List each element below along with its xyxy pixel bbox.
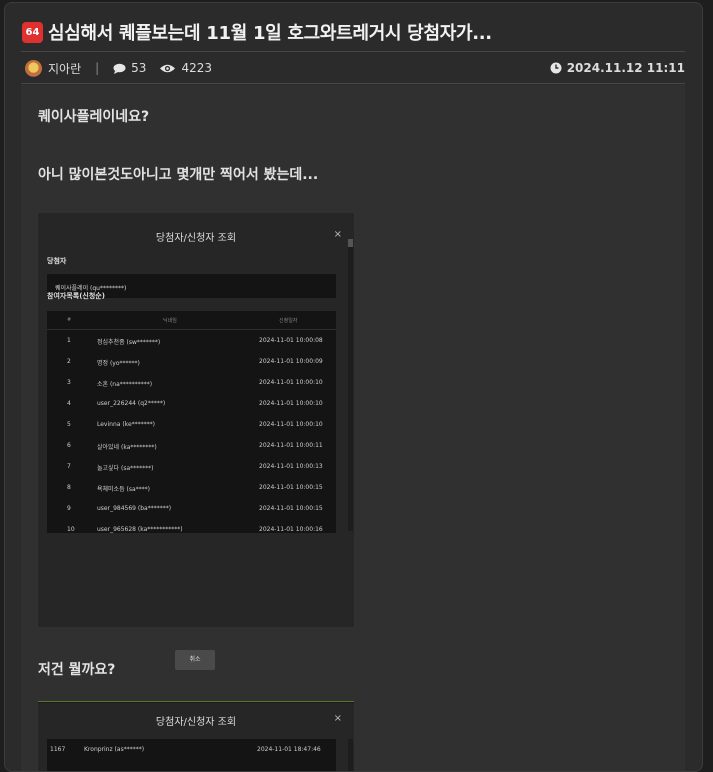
row-date: 2024-11-01 10:00:10 — [259, 400, 323, 407]
post-meta: 지아란 | 53 4223 2024.11.12 11:11 — [25, 57, 685, 79]
row-date: 2024-11-01 10:00:10 — [259, 379, 323, 386]
row-nickname: Levinna (ke*******) — [97, 421, 155, 428]
row-number: 4 — [67, 400, 71, 407]
post-card: 64 심심해서 퀘플보는데 11월 1일 호그와트레거시 당첨자가... 지아란… — [4, 2, 703, 772]
row-number: 1167 — [50, 746, 66, 753]
table-row: 7 놀고싶다 (sa*******) 2024-11-01 10:00:13 — [47, 457, 336, 478]
post-date-text: 2024.11.12 11:11 — [566, 61, 685, 75]
participants-label: 참여자목록(신청순) — [47, 292, 105, 300]
row-nickname: 소혼 (na**********) — [97, 381, 153, 388]
row-nickname: Kronprinz (as******) — [84, 746, 145, 753]
table-row — [47, 761, 336, 771]
row-number: 6 — [67, 442, 71, 449]
recommend-count-badge: 64 — [22, 21, 43, 43]
row-date: 2024-11-01 10:00:15 — [259, 505, 323, 512]
close-icon: × — [333, 713, 342, 724]
row-date: 2024-11-01 10:00:15 — [259, 484, 323, 491]
table-row: 6 살아있네 (ka********) 2024-11-01 10:00:11 — [47, 436, 336, 457]
table-row: 4 user_226244 (q2*****) 2024-11-01 10:00:1… — [47, 394, 336, 415]
row-nickname: user_965628 (ka***********) — [97, 526, 183, 533]
row-nickname: 살아있네 (ka********) — [97, 444, 157, 451]
comment-count: 53 — [131, 61, 147, 75]
row-nickname: 욕체미소듬 (sa****) — [97, 486, 150, 493]
table-row: 3 소혼 (na**********) 2024-11-01 10:00:10 — [47, 373, 336, 394]
cancel-button: 취소 — [175, 650, 215, 670]
row-date: 2024-11-01 10:00:09 — [259, 358, 323, 365]
eye-icon — [159, 63, 176, 74]
row-number: 5 — [67, 421, 71, 428]
divider — [21, 83, 685, 84]
view-count: 4223 — [181, 61, 212, 75]
attached-image-winner-list[interactable]: 당첨자/신청자 조회 × 당첨자 퀘이사플레이 (qu********) 참여자… — [38, 213, 354, 707]
table-row: 1 정심추천좀 (sw*******) 2024-11-01 10:00:08 — [47, 331, 336, 352]
row-number: 1 — [67, 337, 71, 344]
table-row: 9 user_984569 (ba*******) 2024-11-01 10:00… — [47, 499, 336, 520]
participants-table: # 닉네임 신청일자 1 정심추천좀 (sw*******) 2024-11-01 … — [47, 311, 336, 533]
row-nickname: user_226244 (q2*****) — [97, 400, 166, 407]
scrollbar-thumb — [348, 239, 353, 247]
column-header-date: 신청일자 — [279, 318, 298, 324]
scrollbar — [348, 739, 353, 771]
scrollbar — [348, 239, 353, 531]
row-date: 2024-11-01 18:47:46 — [257, 746, 321, 753]
row-number: 9 — [67, 505, 71, 512]
row-nickname: 명정 (yo******) — [97, 360, 140, 367]
content-paragraph: 저건 뭘까요? — [38, 662, 116, 678]
meta-separator: | — [95, 61, 100, 75]
row-date: 2024-11-01 10:00:10 — [259, 421, 323, 428]
winner-label: 당첨자 — [47, 257, 67, 265]
post-title: 심심해서 퀘플보는데 11월 1일 호그와트레거시 당첨자가... — [48, 23, 492, 44]
row-number: 3 — [67, 379, 71, 386]
post-date: 2024.11.12 11:11 — [550, 61, 685, 75]
author-avatar[interactable] — [25, 59, 42, 77]
row-date: 2024-11-01 10:00:11 — [259, 442, 323, 449]
row-number: 2 — [67, 358, 71, 365]
row-nickname: 정심추천좀 (sw*******) — [97, 339, 161, 346]
row-number: 10 — [67, 526, 75, 533]
close-icon: × — [333, 229, 342, 240]
post-body: 퀘이사플레이네요? 아니 많이본것도아니고 몇개만 찍어서 봤는데... 당첨자… — [21, 85, 685, 771]
row-number: 8 — [67, 484, 71, 491]
column-header-nickname: 닉네임 — [163, 318, 177, 324]
row-nickname: user_984569 (ba*******) — [97, 505, 172, 512]
modal-title: 당첨자/신청자 조회 — [155, 717, 237, 728]
table-row: 5 Levinna (ke*******) 2024-11-01 10:00:10 — [47, 415, 336, 436]
author-name[interactable]: 지아란 — [48, 60, 81, 77]
modal-title: 당첨자/신청자 조회 — [155, 233, 237, 244]
content-paragraph: 퀘이사플레이네요? — [38, 109, 150, 125]
table-row: 2 명정 (yo******) 2024-11-01 10:00:09 — [47, 352, 336, 373]
post-header: 64 심심해서 퀘플보는데 11월 1일 호그와트레거시 당첨자가... — [22, 19, 692, 45]
table-row: 1167 Kronprinz (as******) 2024-11-01 18:… — [47, 739, 336, 761]
row-nickname: 놀고싶다 (sa*******) — [97, 465, 154, 472]
row-date: 2024-11-01 10:00:08 — [259, 337, 323, 344]
clock-icon — [550, 62, 562, 74]
row-date: 2024-11-01 10:00:13 — [259, 463, 323, 470]
column-header-number: # — [67, 317, 72, 323]
table-row: 8 욕체미소듬 (sa****) 2024-11-01 10:00:15 — [47, 478, 336, 499]
row-date: 2024-11-01 10:00:16 — [259, 526, 323, 533]
content-paragraph: 아니 많이본것도아니고 몇개만 찍어서 봤는데... — [38, 167, 319, 183]
table-row: 10 user_965628 (ka***********) 2024-11-01 … — [47, 520, 336, 533]
attached-image-participant-list[interactable]: 당첨자/신청자 조회 × 1167 Kronprinz (as******) 2… — [38, 703, 354, 771]
comment-icon — [113, 63, 126, 74]
divider — [21, 51, 685, 52]
table-header: # 닉네임 신청일자 — [47, 311, 336, 330]
row-number: 7 — [67, 463, 71, 470]
